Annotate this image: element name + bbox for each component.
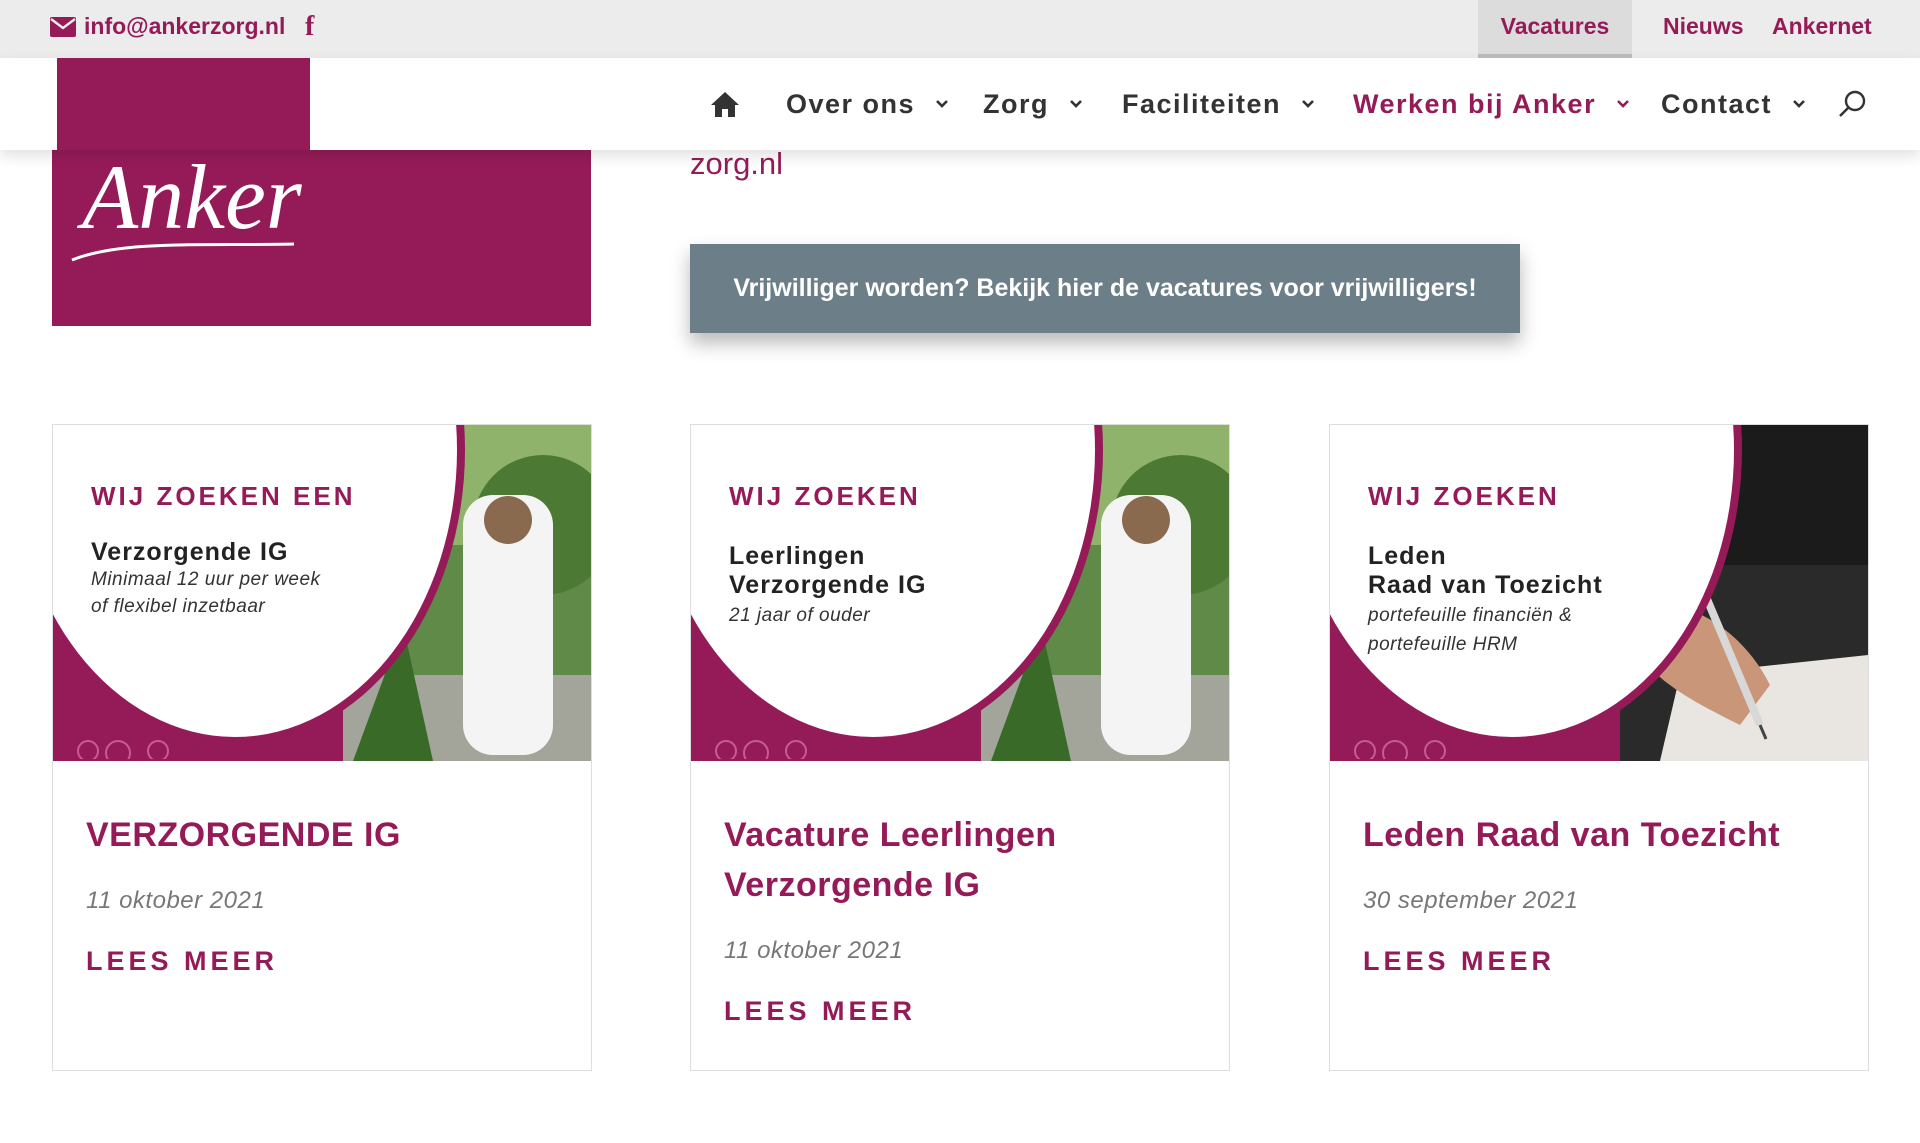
logo-wordmark: Anker [71, 146, 303, 262]
card-image[interactable]: WIJ ZOEKEN Leerlingen Verzorgende IG 21 … [691, 425, 1229, 761]
nav-label: Over ons [786, 88, 916, 119]
chevron-down-icon [936, 100, 948, 108]
vacancy-card[interactable]: WIJ ZOEKEN Leerlingen Verzorgende IG 21 … [690, 424, 1230, 1071]
read-more-link[interactable]: LEES MEER [724, 996, 916, 1027]
image-subtitle: 21 jaar of ouder [729, 605, 871, 626]
nav-item-zorg[interactable]: Zorg [983, 58, 1083, 150]
email-text: info@ankerzorg.nl [84, 13, 286, 39]
image-kicker: WIJ ZOEKEN EEN [91, 481, 356, 511]
image-subtitle: Minimaal 12 uur per week [91, 569, 321, 590]
card-date: 11 oktober 2021 [86, 887, 266, 914]
nav-item-contact[interactable]: Contact [1661, 58, 1806, 150]
vacancy-card[interactable]: WIJ ZOEKEN EEN Verzorgende IG Minimaal 1… [52, 424, 592, 1071]
image-title: Raad van Toezicht [1368, 571, 1603, 599]
nav-item-over-ons[interactable]: Over ons [786, 58, 949, 150]
card-title[interactable]: VERZORGENDE IG [86, 810, 566, 860]
search-button[interactable] [1838, 58, 1868, 150]
logo-text: Anker [76, 146, 302, 248]
image-title: Leerlingen [729, 542, 866, 570]
nav-label: Zorg [983, 88, 1049, 119]
card-date: 11 oktober 2021 [724, 937, 904, 964]
image-kicker: WIJ ZOEKEN [1368, 481, 1560, 511]
chevron-down-icon [1793, 100, 1805, 108]
email-link[interactable]: info@ankerzorg.nl [50, 13, 285, 40]
image-subtitle: portefeuille financiën & [1368, 605, 1573, 626]
volunteer-vacancies-button[interactable]: Vrijwilliger worden? Bekijk hier de vaca… [690, 244, 1520, 333]
anker-logo[interactable]: Anker [62, 128, 303, 273]
card-title[interactable]: Leden Raad van Toezicht [1363, 810, 1843, 860]
card-date: 30 september 2021 [1363, 887, 1579, 914]
home-icon [711, 92, 739, 117]
card-image[interactable]: WIJ ZOEKEN EEN Verzorgende IG Minimaal 1… [53, 425, 591, 761]
image-title: Verzorgende IG [91, 538, 289, 566]
read-more-link[interactable]: LEES MEER [86, 946, 278, 977]
nav-label: Contact [1661, 88, 1772, 119]
nav-home[interactable] [710, 58, 740, 150]
topbar-link-nieuws[interactable]: Nieuws [1663, 0, 1744, 58]
flower-decoration [1354, 740, 1446, 759]
flower-decoration [715, 740, 807, 759]
image-title: Verzorgende IG [729, 571, 927, 599]
image-subtitle: portefeuille HRM [1368, 634, 1518, 655]
nav-item-werken-bij-anker[interactable]: Werken bij Anker [1353, 58, 1630, 150]
chevron-down-icon [1302, 100, 1314, 108]
read-more-link[interactable]: LEES MEER [1363, 946, 1555, 977]
topbar-link-ankernet[interactable]: Ankernet [1772, 0, 1872, 58]
chevron-down-icon [1617, 100, 1629, 108]
nav-label: Faciliteiten [1122, 88, 1282, 119]
image-subtitle: of flexibel inzetbaar [91, 596, 266, 617]
image-kicker: WIJ ZOEKEN [729, 481, 921, 511]
card-image[interactable]: WIJ ZOEKEN Leden Raad van Toezicht porte… [1330, 425, 1868, 761]
intro-text-fragment[interactable]: zorg.nl [690, 146, 783, 182]
flower-decoration [77, 740, 169, 759]
card-title[interactable]: Vacature Leerlingen Verzorgende IG [724, 810, 1204, 910]
top-bar: info@ankerzorg.nl f Vacatures Nieuws Ank… [0, 0, 1920, 58]
image-title: Leden [1368, 542, 1447, 570]
mail-icon [50, 16, 76, 37]
chevron-down-icon [1070, 100, 1082, 108]
search-icon [1839, 90, 1866, 117]
topbar-link-vacatures[interactable]: Vacatures [1478, 0, 1632, 58]
vacancy-card[interactable]: WIJ ZOEKEN Leden Raad van Toezicht porte… [1329, 424, 1869, 1071]
nav-label: Werken bij Anker [1353, 88, 1597, 119]
nav-item-faciliteiten[interactable]: Faciliteiten [1122, 58, 1315, 150]
facebook-icon[interactable]: f [305, 11, 314, 43]
